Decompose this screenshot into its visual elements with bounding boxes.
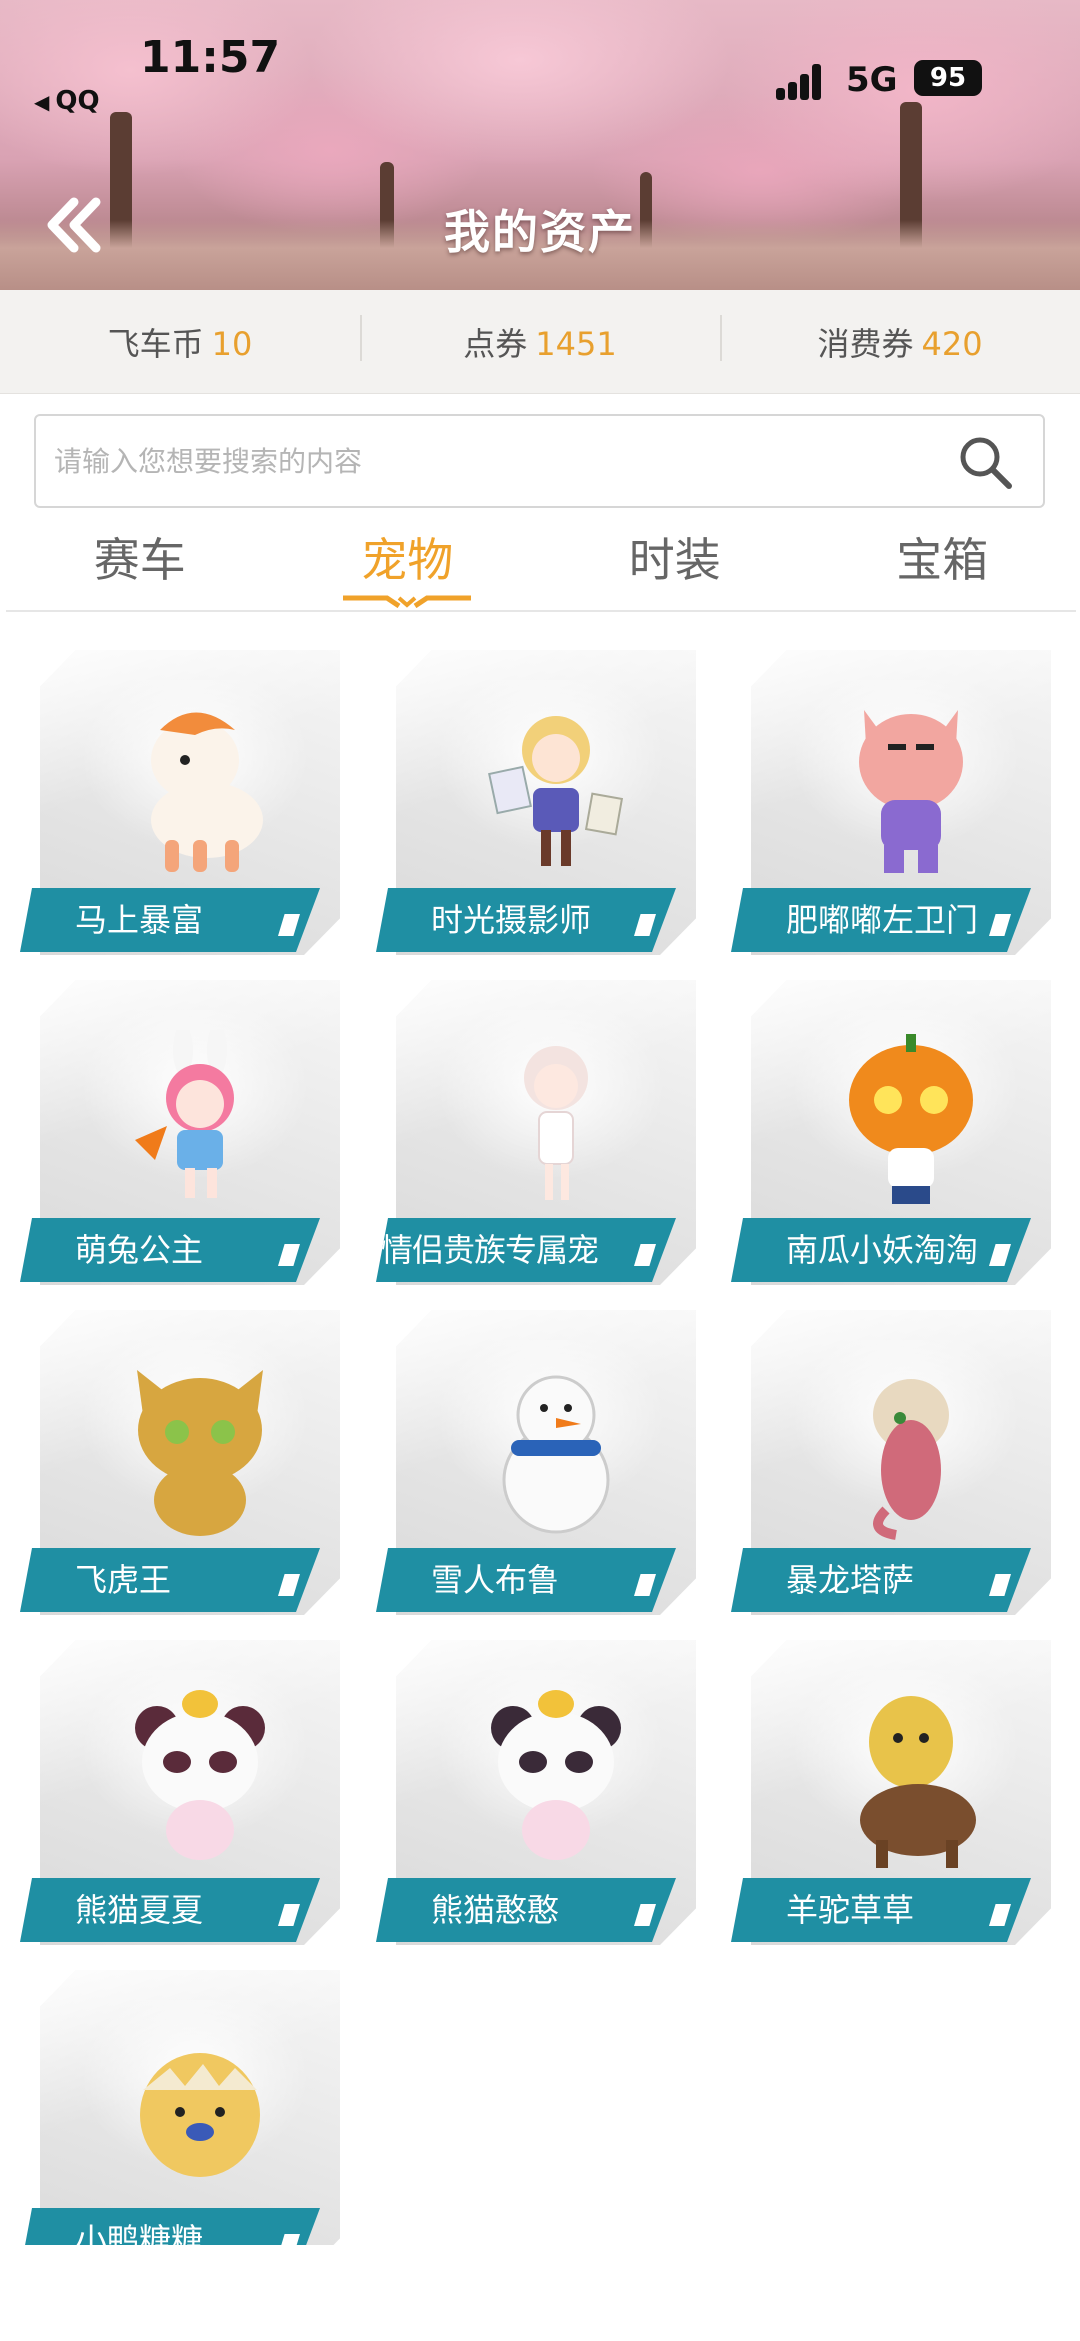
back-app-label: QQ [55,86,100,116]
search-icon [960,437,1012,489]
pet-name-label: 小鸭糖糖 [20,2208,320,2245]
pet-card[interactable]: 肥嘟嘟左卫门 [731,650,1051,960]
pet-name-label: 熊猫憨憨 [376,1878,676,1942]
pet-card[interactable]: 情侣贵族专属宠 [376,980,696,1290]
balance-vouchers: 消费券 420 [720,314,1080,365]
balance-points: 点券 1451 [360,314,720,365]
pet-image [524,1046,588,1200]
pet-card[interactable]: 南瓜小妖淘淘 [731,980,1051,1290]
balance-value: 420 [921,324,983,363]
pet-name-label: 雪人布鲁 [376,1548,676,1612]
balance-value: 1451 [535,324,617,363]
pet-name-label: 南瓜小妖淘淘 [731,1218,1031,1282]
pet-card[interactable]: 熊猫憨憨 [376,1640,696,1950]
search-button[interactable] [955,432,1015,492]
pet-card[interactable]: 暴龙塔萨 [731,1310,1051,1620]
header-banner: 11:57 ◀ QQ 5G 95 我的资产 [0,0,1080,290]
pet-image [151,712,263,872]
tab-fashion[interactable]: 时装 [541,520,809,610]
network-type: 5G [846,60,898,100]
pet-image [860,1696,976,1868]
status-bar: 11:57 ◀ QQ 5G 95 [0,0,1080,120]
category-tabs: 赛车 宠物 时装 宝箱 [6,520,1076,612]
pet-image [135,1690,265,1860]
pet-name-label: 马上暴富 [20,888,320,952]
tab-cars[interactable]: 赛车 [6,520,274,610]
pet-name-label: 熊猫夏夏 [20,1878,320,1942]
balance-bar: 飞车币 10 点券 1451 消费券 420 [0,290,1080,394]
balance-label: 点券 [463,324,528,363]
pet-name-label: 暴龙塔萨 [731,1548,1031,1612]
active-tab-indicator [343,595,472,608]
tab-pets[interactable]: 宠物 [274,520,542,610]
pet-image [849,1034,973,1204]
pet-image [135,1030,234,1198]
pet-card[interactable]: 小鸭糖糖 [20,1970,340,2245]
pet-name-label: 肥嘟嘟左卫门 [731,888,1031,952]
search-input[interactable] [54,416,934,506]
pet-name-label: 时光摄影师 [376,888,676,952]
balance-label: 飞车币 [107,324,204,363]
back-triangle-icon: ◀ [34,90,50,114]
pet-name-label: 飞虎王 [20,1548,320,1612]
pet-name-label: 羊驼草草 [731,1878,1031,1942]
search-box [34,414,1045,508]
pet-image [488,716,624,866]
pet-image [137,1370,263,1536]
pet-card[interactable]: 羊驼草草 [731,1640,1051,1950]
pet-name-label: 萌兔公主 [20,1218,320,1282]
balance-value: 10 [211,324,253,363]
page-title: 我的资产 [444,205,636,259]
pet-image [140,2053,260,2177]
pet-card[interactable]: 时光摄影师 [376,650,696,960]
pet-image [491,1690,621,1860]
pet-card[interactable]: 飞虎王 [20,1310,340,1620]
pet-card[interactable]: 熊猫夏夏 [20,1640,340,1950]
balance-label: 消费券 [817,324,914,363]
pet-card[interactable]: 雪人布鲁 [376,1310,696,1620]
back-to-app-link[interactable]: ◀ QQ [34,86,100,116]
pet-image [873,1379,949,1540]
bottom-blank [0,2245,1080,2341]
tab-pets-label: 宠物 [361,533,454,587]
tab-chests[interactable]: 宝箱 [809,520,1077,610]
status-time: 11:57 [140,32,281,83]
pet-card[interactable]: 萌兔公主 [20,980,340,1290]
pet-image [859,710,963,873]
pet-card[interactable]: 马上暴富 [20,650,340,960]
pet-grid: 马上暴富 时光摄影师 肥嘟嘟左卫门萌兔公主 情侣贵族专属宠 南瓜小妖淘淘飞虎王 雪人布鲁暴… [0,650,1080,2245]
pet-name-label: 情侣贵族专属宠 [376,1218,676,1282]
pet-image [502,1375,610,1534]
balance-coins: 飞车币 10 [0,319,360,365]
battery-indicator: 95 [914,60,982,96]
signal-icon [776,62,828,100]
